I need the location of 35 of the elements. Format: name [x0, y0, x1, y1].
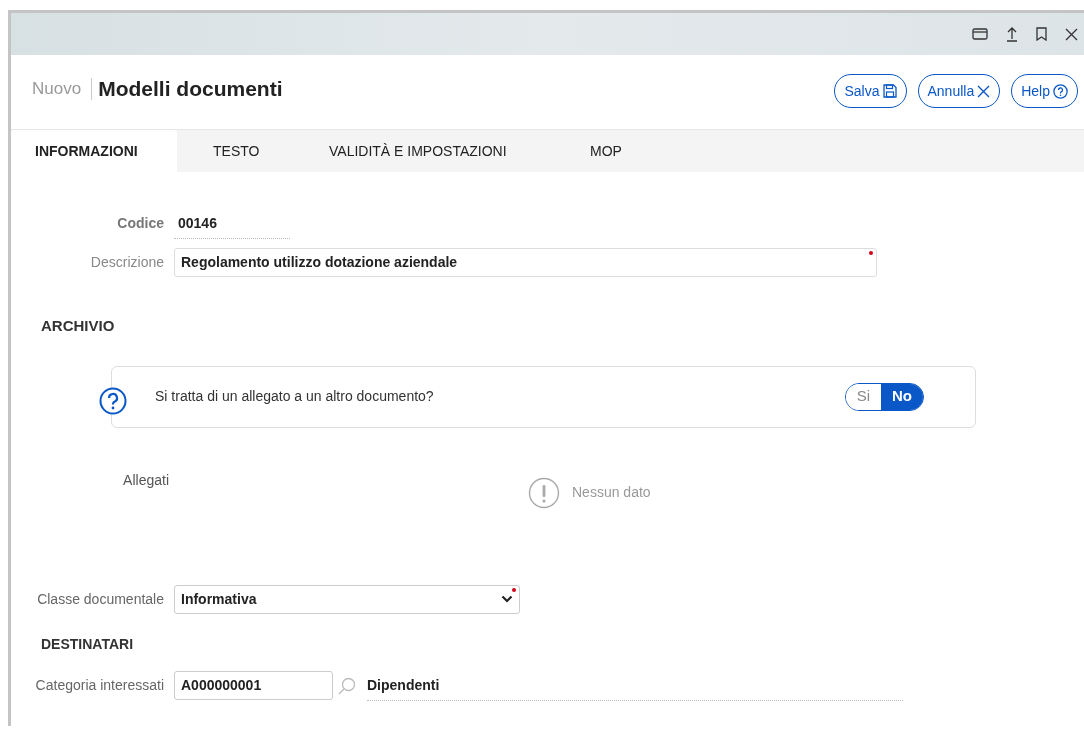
- field-label: Allegati: [122, 470, 169, 490]
- window-icon[interactable]: [972, 28, 988, 40]
- cancel-button[interactable]: Annulla: [917, 74, 1001, 108]
- save-icon: [882, 84, 897, 98]
- save-button[interactable]: Salva: [834, 74, 907, 108]
- empty-message: Nessun dato: [572, 483, 651, 502]
- page-title: Modelli documenti: [97, 76, 283, 102]
- class-dropdown[interactable]: Informativa: [174, 584, 520, 614]
- section-title: DESTINATARI: [41, 634, 135, 654]
- field-label: Classe documentale: [36, 589, 164, 609]
- bookmark-icon[interactable]: [1036, 27, 1047, 41]
- breadcrumb-text: Nuovo: [32, 77, 93, 100]
- help-button[interactable]: Help: [1011, 74, 1078, 108]
- chevron-down-icon: [501, 595, 513, 603]
- toggle-option[interactable]: No: [881, 383, 923, 410]
- tab[interactable]: TESTO: [177, 130, 292, 172]
- category-code-field[interactable]: A000000001: [174, 671, 333, 700]
- section-title: ARCHIVIO: [41, 316, 116, 336]
- field-label: Codice: [116, 214, 164, 233]
- tab[interactable]: INFORMAZIONI: [11, 130, 177, 172]
- category-name: Dipendenti: [367, 674, 903, 701]
- upload-icon[interactable]: [1006, 26, 1018, 42]
- code-value: 00146: [174, 213, 290, 239]
- field-label: Descrizione: [89, 253, 164, 272]
- tab[interactable]: VALIDITÀ E IMPOSTAZIONI: [292, 130, 547, 172]
- yes-no-toggle[interactable]: Si No: [844, 382, 924, 411]
- warning-icon: [528, 476, 560, 509]
- tab[interactable]: MOP: [547, 130, 647, 172]
- question-text: Si tratta di un allegato a un altro documento?: [155, 387, 434, 406]
- close-icon[interactable]: [1065, 27, 1078, 41]
- close-icon: [977, 84, 991, 98]
- field-label: Categoria interessati: [34, 676, 164, 695]
- help-icon: [1053, 83, 1068, 99]
- description-field[interactable]: Regolamento utilizzo dotazione aziendale: [174, 248, 877, 277]
- help-icon: [99, 387, 127, 415]
